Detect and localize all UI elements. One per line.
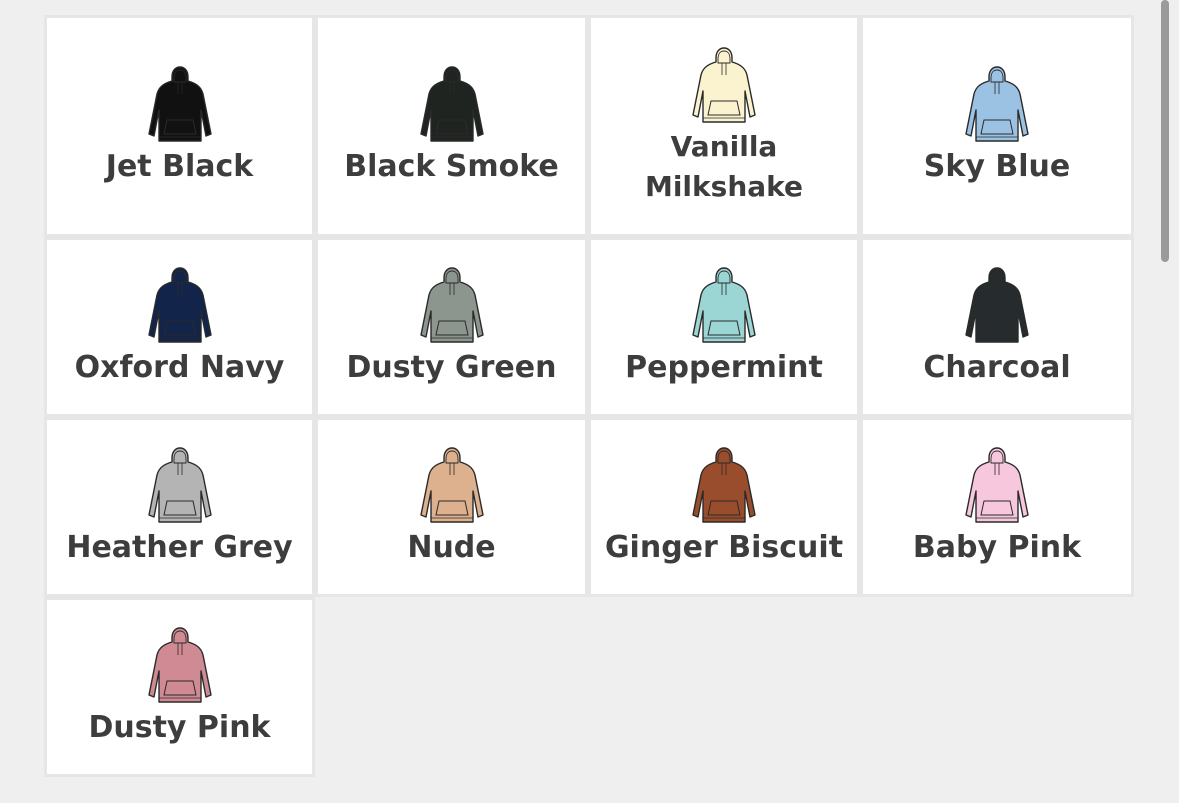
hoodie-icon bbox=[147, 267, 212, 343]
swatch-ginger-biscuit[interactable]: Ginger Biscuit bbox=[588, 417, 860, 597]
hoodie-icon bbox=[965, 66, 1029, 142]
swatch-label: Dusty Green bbox=[346, 350, 557, 385]
vertical-scrollbar[interactable] bbox=[1161, 0, 1169, 262]
swatch-black-smoke[interactable]: Black Smoke bbox=[315, 15, 588, 237]
hoodie-icon bbox=[147, 447, 212, 523]
hoodie-icon bbox=[147, 627, 212, 703]
swatch-charcoal[interactable]: Charcoal bbox=[860, 237, 1134, 417]
swatch-vanilla-milkshake[interactable]: Vanilla Milkshake bbox=[588, 15, 860, 237]
swatch-row: Jet Black Black Smoke Vanilla Milkshake … bbox=[44, 15, 1134, 237]
hoodie-icon bbox=[965, 267, 1029, 343]
swatch-peppermint[interactable]: Peppermint bbox=[588, 237, 860, 417]
swatch-label: Heather Grey bbox=[66, 530, 293, 565]
hoodie-icon bbox=[692, 267, 756, 343]
swatch-label: Vanilla Milkshake bbox=[644, 130, 804, 203]
hoodie-icon bbox=[419, 267, 484, 343]
swatch-label: Ginger Biscuit bbox=[604, 530, 844, 565]
swatch-label: Peppermint bbox=[625, 350, 823, 385]
swatch-jet-black[interactable]: Jet Black bbox=[44, 15, 315, 237]
hoodie-icon bbox=[147, 66, 212, 142]
hoodie-icon bbox=[419, 66, 484, 142]
swatch-dusty-green[interactable]: Dusty Green bbox=[315, 237, 588, 417]
hoodie-icon bbox=[692, 447, 756, 523]
swatch-nude[interactable]: Nude bbox=[315, 417, 588, 597]
swatch-baby-pink[interactable]: Baby Pink bbox=[860, 417, 1134, 597]
swatch-label: Dusty Pink bbox=[88, 710, 271, 745]
swatch-sky-blue[interactable]: Sky Blue bbox=[860, 15, 1134, 237]
swatch-label: Oxford Navy bbox=[74, 350, 285, 385]
colour-swatch-grid: Jet Black Black Smoke Vanilla Milkshake … bbox=[44, 15, 1134, 777]
hoodie-icon bbox=[965, 447, 1029, 523]
swatch-heather-grey[interactable]: Heather Grey bbox=[44, 417, 315, 597]
swatch-label: Sky Blue bbox=[923, 149, 1071, 184]
swatch-label: Black Smoke bbox=[344, 149, 559, 184]
hoodie-icon bbox=[692, 47, 756, 123]
swatch-row: Oxford Navy Dusty Green Peppermint Charc… bbox=[44, 237, 1134, 417]
swatch-oxford-navy[interactable]: Oxford Navy bbox=[44, 237, 315, 417]
swatch-label: Charcoal bbox=[923, 350, 1071, 385]
swatch-label: Jet Black bbox=[105, 149, 254, 184]
swatch-row: Heather Grey Nude Ginger Biscuit Baby Pi… bbox=[44, 417, 1134, 597]
hoodie-icon bbox=[419, 447, 484, 523]
swatch-row: Dusty Pink bbox=[44, 597, 1134, 777]
swatch-label: Baby Pink bbox=[912, 530, 1082, 565]
swatch-dusty-pink[interactable]: Dusty Pink bbox=[44, 597, 315, 777]
swatch-label: Nude bbox=[407, 530, 496, 565]
